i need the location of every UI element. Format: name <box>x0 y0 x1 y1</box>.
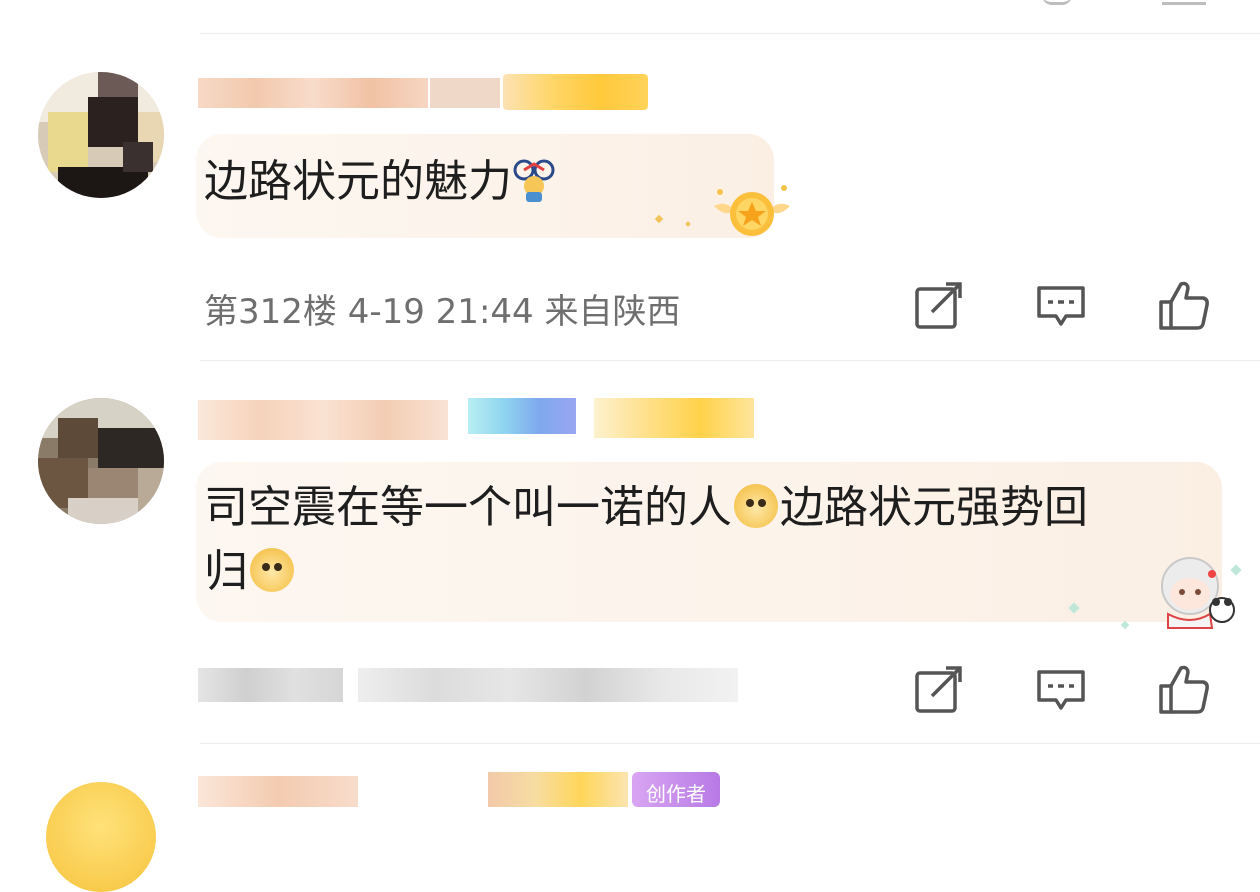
comment-text-content: 归 <box>204 546 248 597</box>
thumbs-up-icon[interactable] <box>1162 0 1206 5</box>
bike-emoji-icon <box>512 156 558 202</box>
comment-text: 司空震在等一个叫一诺的人 边路状元强势回 <box>204 476 1088 540</box>
comment-icon[interactable] <box>1034 278 1088 332</box>
comment-text: 边路状元的魅力 <box>204 150 558 214</box>
gold-star-badge-icon <box>712 180 792 240</box>
comment-meta-blurred <box>198 664 738 704</box>
thumbs-up-icon[interactable] <box>1157 662 1211 716</box>
sparkle-icon <box>1120 620 1130 630</box>
comment-text-content: 司空震在等一个叫一诺的人 <box>204 482 732 533</box>
avatar[interactable] <box>38 398 164 524</box>
thumbs-up-icon[interactable] <box>1157 278 1211 332</box>
doge-emoji-icon <box>734 484 778 528</box>
username[interactable]: 创作者 <box>198 772 720 807</box>
divider <box>200 33 1260 34</box>
comment-text: 归 <box>204 540 296 604</box>
anime-girl-panda-sticker-icon <box>1152 540 1242 632</box>
comment-text-content: 边路状元强势回 <box>780 482 1088 533</box>
doge-emoji-icon <box>250 548 294 592</box>
divider <box>200 360 1260 361</box>
avatar[interactable] <box>38 72 164 198</box>
avatar[interactable] <box>46 782 156 892</box>
comment-icon[interactable] <box>1034 662 1088 716</box>
edit-icon[interactable] <box>912 278 966 332</box>
username[interactable] <box>198 396 758 446</box>
comment-text-content: 边路状元的魅力 <box>204 156 512 207</box>
edit-icon[interactable] <box>912 662 966 716</box>
creator-badge: 创作者 <box>632 772 720 807</box>
divider <box>200 743 1260 744</box>
comment-meta: 第312楼 4-19 21:44 来自陕西 <box>204 292 681 332</box>
comment-icon[interactable] <box>1042 0 1072 5</box>
username[interactable] <box>198 74 648 112</box>
